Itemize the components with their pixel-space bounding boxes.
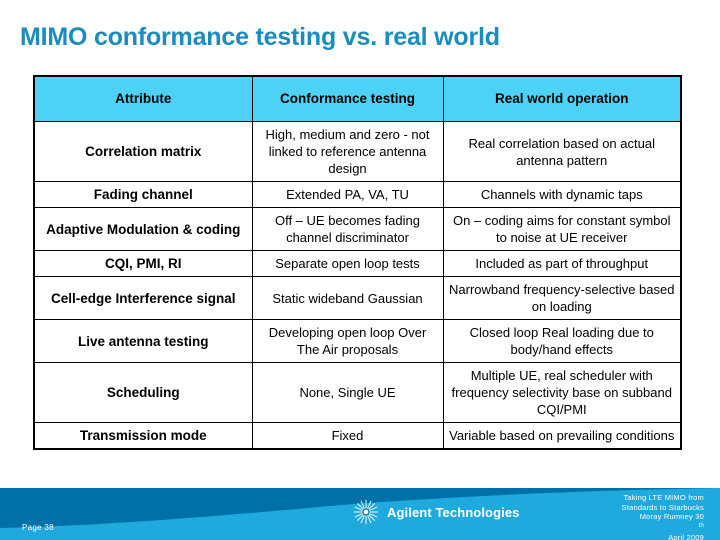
deck-reference-line-1: Taking LTE MIMO from — [623, 493, 704, 502]
slide-canvas: MIMO conformance testing vs. real world … — [0, 0, 720, 540]
cell-conformance: Developing open loop Over The Air propos… — [251, 319, 444, 363]
cell-conformance: High, medium and zero - not linked to re… — [251, 121, 444, 182]
cell-attribute: Fading channel — [33, 181, 253, 208]
slide-footer: Page 38 Agilent Technologies Taking LTE … — [0, 488, 720, 540]
cell-real-world: Channels with dynamic taps — [442, 181, 682, 208]
deck-reference: Taking LTE MIMO from Standards to Starbu… — [622, 493, 704, 540]
cell-attribute: Cell-edge Interference signal — [33, 276, 253, 320]
cell-conformance: Fixed — [251, 422, 444, 450]
cell-conformance: Separate open loop tests — [251, 250, 444, 277]
cell-real-world: On – coding aims for constant symbol to … — [442, 207, 682, 251]
table-row: Adaptive Modulation & coding Off – UE be… — [33, 207, 682, 251]
page-number: Page 38 — [22, 523, 54, 532]
cell-attribute: Correlation matrix — [33, 121, 253, 182]
cell-conformance: Extended PA, VA, TU — [251, 181, 444, 208]
table-header-row: Attribute Conformance testing Real world… — [33, 75, 682, 122]
cell-attribute: Live antenna testing — [33, 319, 253, 363]
column-header-real-world-operation: Real world operation — [442, 75, 682, 122]
table-row: CQI, PMI, RI Separate open loop tests In… — [33, 250, 682, 277]
ordinal-suffix: th — [698, 522, 704, 529]
cell-attribute: CQI, PMI, RI — [33, 250, 253, 277]
cell-conformance: Static wideband Gaussian — [251, 276, 444, 320]
agilent-spark-icon — [353, 499, 379, 525]
table-row: Live antenna testing Developing open loo… — [33, 319, 682, 363]
column-header-conformance-testing: Conformance testing — [251, 75, 444, 122]
cell-attribute: Scheduling — [33, 362, 253, 423]
table-row: Correlation matrix High, medium and zero… — [33, 121, 682, 182]
brand-lockup: Agilent Technologies — [352, 498, 520, 526]
cell-real-world: Multiple UE, real scheduler with frequen… — [442, 362, 682, 423]
deck-author-date-pre: Moray Rumney 30 — [639, 512, 704, 521]
column-header-attribute: Attribute — [33, 75, 253, 122]
cell-attribute: Adaptive Modulation & coding — [33, 207, 253, 251]
cell-real-world: Closed loop Real loading due to body/han… — [442, 319, 682, 363]
cell-conformance: None, Single UE — [251, 362, 444, 423]
cell-real-world: Real correlation based on actual antenna… — [442, 121, 682, 182]
table-row: Fading channel Extended PA, VA, TU Chann… — [33, 181, 682, 208]
comparison-table-container: Attribute Conformance testing Real world… — [33, 75, 682, 450]
deck-reference-line-2: Standards to Starbucks — [621, 502, 704, 512]
table-row: Scheduling None, Single UE Multiple UE, … — [33, 362, 682, 423]
deck-author-date-post: April 2009 — [668, 532, 704, 540]
cell-real-world: Included as part of throughput — [442, 250, 682, 277]
cell-conformance: Off – UE becomes fading channel discrimi… — [251, 207, 444, 251]
page-title: MIMO conformance testing vs. real world — [20, 23, 500, 51]
table-body: Correlation matrix High, medium and zero… — [33, 121, 682, 450]
cell-real-world: Narrowband frequency-selective based on … — [442, 276, 682, 320]
brand-name: Agilent Technologies — [387, 504, 520, 520]
deck-reference-line-3: Moray Rumney 30th April 2009 — [622, 512, 704, 540]
cell-attribute: Transmission mode — [33, 422, 253, 450]
cell-real-world: Variable based on prevailing conditions — [442, 422, 682, 450]
table-row: Transmission mode Fixed Variable based o… — [33, 422, 682, 450]
comparison-table: Attribute Conformance testing Real world… — [33, 75, 682, 450]
table-row: Cell-edge Interference signal Static wid… — [33, 276, 682, 320]
